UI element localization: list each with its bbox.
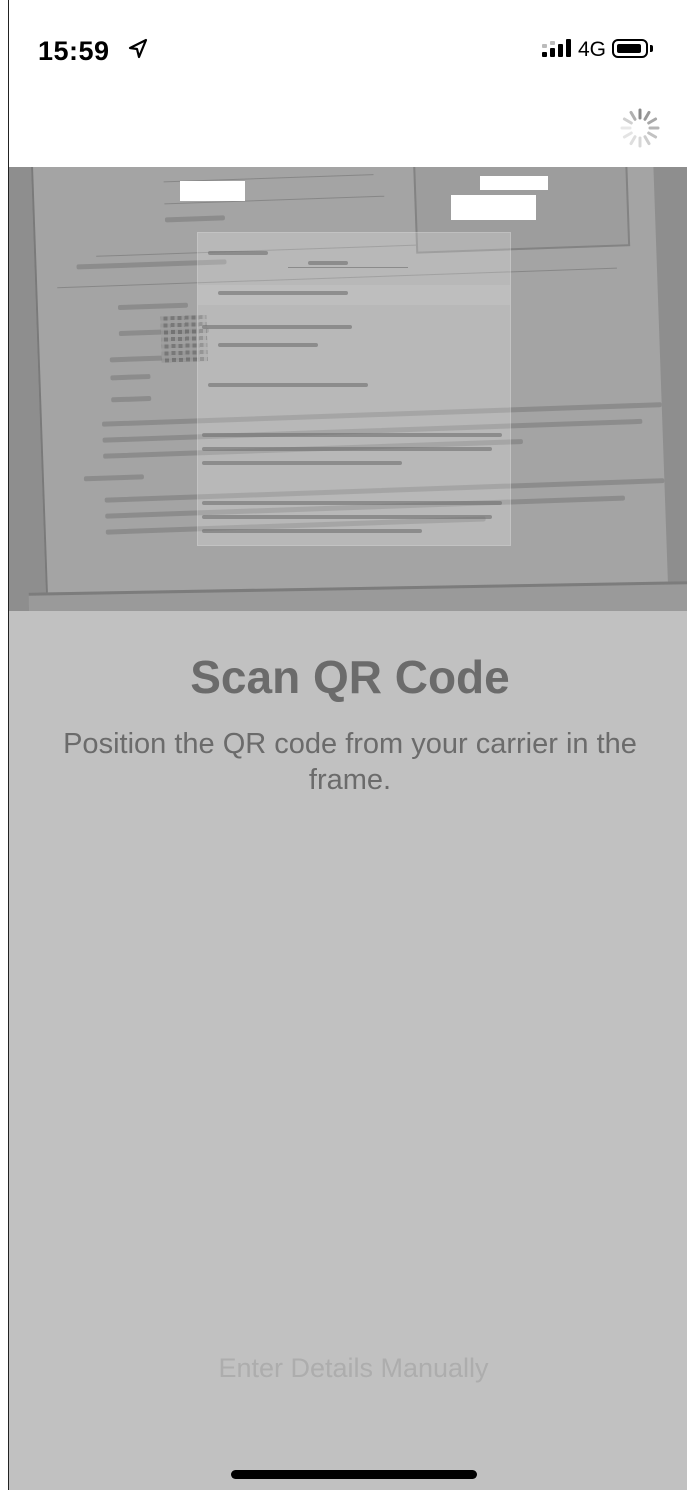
cellular-signal-icon bbox=[542, 39, 571, 57]
location-arrow-icon bbox=[128, 38, 148, 59]
camera-preview bbox=[9, 167, 687, 611]
instruction-text: Position the QR code from your carrier i… bbox=[63, 728, 637, 796]
loading-spinner-icon bbox=[620, 108, 660, 148]
battery-icon bbox=[612, 39, 648, 58]
network-type: 4G bbox=[578, 38, 607, 61]
status-time: 15:59 bbox=[38, 36, 110, 66]
navigation-bar bbox=[9, 100, 687, 167]
redaction-box bbox=[480, 176, 548, 190]
enter-details-manually-button[interactable]: Enter Details Manually bbox=[0, 1353, 689, 1384]
page-title: Scan QR Code bbox=[190, 651, 510, 703]
redaction-box bbox=[180, 181, 245, 201]
redaction-box bbox=[451, 195, 536, 220]
battery-nub bbox=[650, 45, 653, 52]
scan-frame bbox=[198, 233, 510, 545]
home-indicator[interactable] bbox=[231, 1470, 477, 1479]
